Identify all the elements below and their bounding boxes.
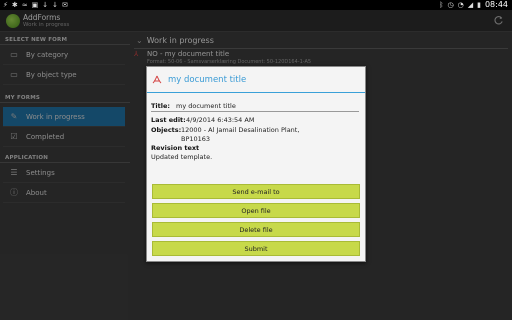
pdf-icon xyxy=(152,75,162,83)
submit-button[interactable]: Submit xyxy=(152,241,360,256)
dialog-title: my document title xyxy=(168,74,247,85)
last-edit-value: 4/9/2014 6:43:54 AM xyxy=(186,116,255,124)
title-label: Title: xyxy=(151,102,171,110)
last-edit-label: Last edit: xyxy=(151,116,186,124)
wifi-signal-icon: ◔ xyxy=(457,0,464,9)
open-file-button[interactable]: Open file xyxy=(152,203,360,218)
usb-icon: ⚡ xyxy=(3,1,8,9)
document-dialog: my document title Title: my document tit… xyxy=(146,66,366,262)
dialog-header: my document title xyxy=(147,67,365,93)
send-email-button[interactable]: Send e-mail to xyxy=(152,184,360,199)
objects-value-line1: 12000 - Al Jamail Desalination Plant, xyxy=(181,126,300,134)
notification-icon: ✉ xyxy=(62,1,68,9)
image-icon: ▣ xyxy=(31,1,39,9)
divider xyxy=(151,111,359,112)
battery-icon: ▮ xyxy=(477,0,481,9)
download-icon: ↓ xyxy=(52,1,59,9)
bluetooth-icon: ᛒ xyxy=(439,0,444,9)
wifi-icon: ≈ xyxy=(21,1,28,9)
bug-icon: ✱ xyxy=(11,1,18,9)
status-bar: ⚡ ✱ ≈ ▣ ↓ ↓ ✉ ᛒ ◷ ◔ ◢ ▮ 08:44 xyxy=(0,0,512,10)
clock: 08:44 xyxy=(484,0,508,9)
objects-label: Objects: xyxy=(151,126,182,134)
cell-signal-icon: ◢ xyxy=(467,0,474,9)
download-icon: ↓ xyxy=(42,1,49,9)
title-value: my document title xyxy=(176,102,236,110)
revision-value: Updated template. xyxy=(151,153,213,161)
revision-label: Revision text xyxy=(151,144,200,152)
delete-file-button[interactable]: Delete file xyxy=(152,222,360,237)
alarm-icon: ◷ xyxy=(447,0,454,9)
objects-value-line2: BP10163 xyxy=(181,135,211,143)
